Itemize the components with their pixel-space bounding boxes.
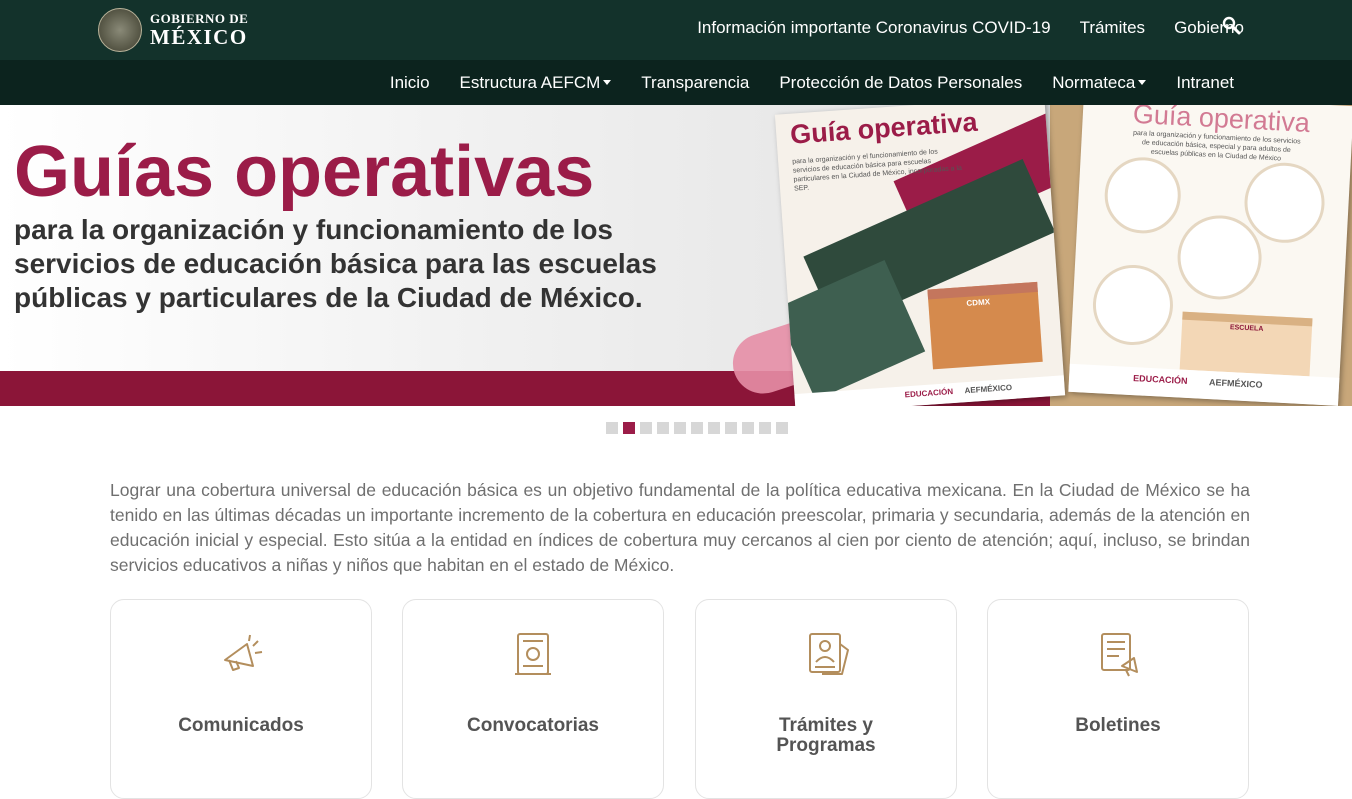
subnav-label: Protección de Datos Personales (779, 72, 1023, 92)
school-sign: CDMX (966, 297, 991, 308)
card-label: Convocatorias (467, 715, 599, 736)
guide-cover-public: Guía operativa para la organización y fu… (1068, 105, 1352, 406)
carousel-dot[interactable] (776, 422, 788, 434)
nav-covid-info[interactable]: Información importante Coronavirus COVID… (697, 18, 1050, 38)
subnav-intranet[interactable]: Intranet (1176, 73, 1234, 93)
subnav-label: Estructura AEFCM (459, 72, 601, 92)
caret-down-icon (603, 80, 612, 85)
top-header: GOBIERNO DE MÉXICO Información important… (0, 0, 1352, 60)
card-label: Trámites y Programas (776, 715, 876, 756)
top-nav: Información importante Coronavirus COVID… (697, 17, 1352, 39)
gobierno-logo[interactable]: GOBIERNO DE MÉXICO (98, 8, 248, 52)
logo-line1: GOBIERNO DE (150, 11, 249, 26)
subnav-transparencia[interactable]: Transparencia (641, 73, 749, 93)
subnav-label: Normateca (1052, 72, 1136, 92)
caret-down-icon (1138, 80, 1147, 85)
subnav-label: Inicio (389, 72, 430, 92)
illustration-circle (1242, 160, 1327, 245)
logo-line2: MÉXICO (150, 25, 248, 49)
intro-paragraph: Lograr una cobertura universal de educac… (110, 480, 1250, 575)
id-card-icon (809, 633, 849, 675)
illustration-circle (1102, 155, 1183, 236)
subnav-proteccion-datos[interactable]: Protección de Datos Personales (779, 73, 1022, 93)
subnav-inicio[interactable]: Inicio (390, 73, 430, 93)
subnav-label: Intranet (1176, 72, 1234, 92)
school-illustration: ESCUELA (1179, 311, 1313, 377)
nav-tramites[interactable]: Trámites (1080, 18, 1146, 38)
guide-footer-right: AEFMÉXICO (1208, 377, 1263, 390)
illustration-circle (1175, 213, 1264, 302)
hero-banner[interactable]: Guías operativas para la organización y … (0, 105, 1352, 406)
carousel-dot[interactable] (742, 422, 754, 434)
carousel-dot[interactable] (640, 422, 652, 434)
carousel-dot[interactable] (674, 422, 686, 434)
guide-footer-left: EDUCACIÓN (1132, 373, 1188, 386)
national-seal-icon (98, 8, 142, 52)
school-sign: ESCUELA (1229, 324, 1264, 333)
card-convocatorias[interactable]: Convocatorias (402, 599, 664, 799)
guide-footer-right: AEFMÉXICO (964, 382, 1013, 396)
subnav-estructura-aefcm[interactable]: Estructura AEFCM (460, 73, 612, 93)
subnav-normateca[interactable]: Normateca (1052, 72, 1147, 93)
carousel-indicators (606, 422, 793, 434)
card-label: Boletines (1075, 715, 1161, 736)
carousel-dot[interactable] (708, 422, 720, 434)
carousel-dot[interactable] (623, 422, 635, 434)
illustration-circle (1090, 262, 1176, 348)
card-tramites-programas[interactable]: Trámites y Programas (695, 599, 957, 799)
secondary-nav: Inicio Estructura AEFCM Transparencia Pr… (0, 60, 1352, 105)
carousel-dot[interactable] (657, 422, 669, 434)
carousel-dot[interactable] (691, 422, 703, 434)
carousel-dot[interactable] (759, 422, 771, 434)
carousel-dot[interactable] (725, 422, 737, 434)
carousel-dot[interactable] (606, 422, 618, 434)
guide-title: Guía operativa (789, 106, 979, 150)
school-illustration: CDMX (927, 281, 1043, 370)
banner-subtitle: para la organización y funcionamiento de… (14, 214, 657, 313)
megaphone-icon (224, 634, 263, 671)
bulletin-icon (1101, 633, 1138, 677)
subnav-label: Transparencia (641, 72, 750, 92)
search-icon[interactable] (1222, 16, 1242, 36)
banner-title: Guías operativas (14, 132, 595, 212)
card-label: Comunicados (178, 715, 304, 736)
card-comunicados[interactable]: Comunicados (110, 599, 372, 799)
card-boletines[interactable]: Boletines (987, 599, 1249, 799)
logo-text: GOBIERNO DE MÉXICO (150, 12, 248, 48)
certificate-icon (515, 633, 551, 675)
guide-footer-left: EDUCACIÓN (904, 387, 954, 400)
guide-cover-private: CDMX Guía operativa para la organización… (774, 105, 1066, 406)
